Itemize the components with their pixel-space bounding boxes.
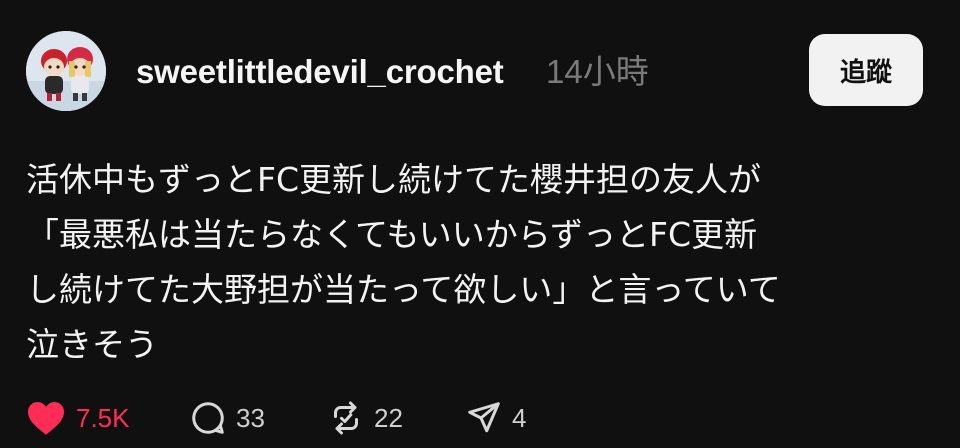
like-count: 7.5K (76, 402, 130, 433)
timestamp: 14小時 (546, 53, 649, 90)
share-button[interactable]: 4 (466, 400, 546, 436)
post-body-line: 活休中もずっとFC更新し続けてた櫻井担の友人が (26, 160, 762, 199)
post-body-line: し続けてた大野担が当たって欲しい」と言っていて (26, 270, 781, 309)
post-body-line: 「最悪私は当たらなくてもいいからずっとFC更新 (26, 215, 758, 254)
share-count: 4 (512, 402, 527, 433)
heart-icon (26, 400, 66, 436)
comment-icon (190, 400, 226, 436)
repost-count: 22 (374, 402, 403, 433)
like-button[interactable]: 7.5K (26, 400, 190, 436)
repost-button[interactable]: 22 (328, 400, 466, 436)
reply-button[interactable]: 33 (190, 400, 328, 436)
avatar[interactable] (26, 31, 106, 111)
post-card: sweetlittledevil_crochet 14小時 追蹤 活休中もずっと… (0, 0, 960, 448)
action-bar: 7.5K 33 22 4 (26, 398, 546, 438)
repost-icon (328, 400, 364, 436)
post-body: 活休中もずっとFC更新し続けてた櫻井担の友人が 「最悪私は当たらなくてもいいから… (26, 152, 926, 372)
share-icon (466, 400, 502, 436)
avatar-image (26, 31, 106, 111)
follow-button[interactable]: 追蹤 (809, 34, 923, 106)
post-body-line: 泣きそう (26, 325, 158, 364)
reply-count: 33 (236, 402, 265, 433)
username[interactable]: sweetlittledevil_crochet (136, 52, 504, 92)
